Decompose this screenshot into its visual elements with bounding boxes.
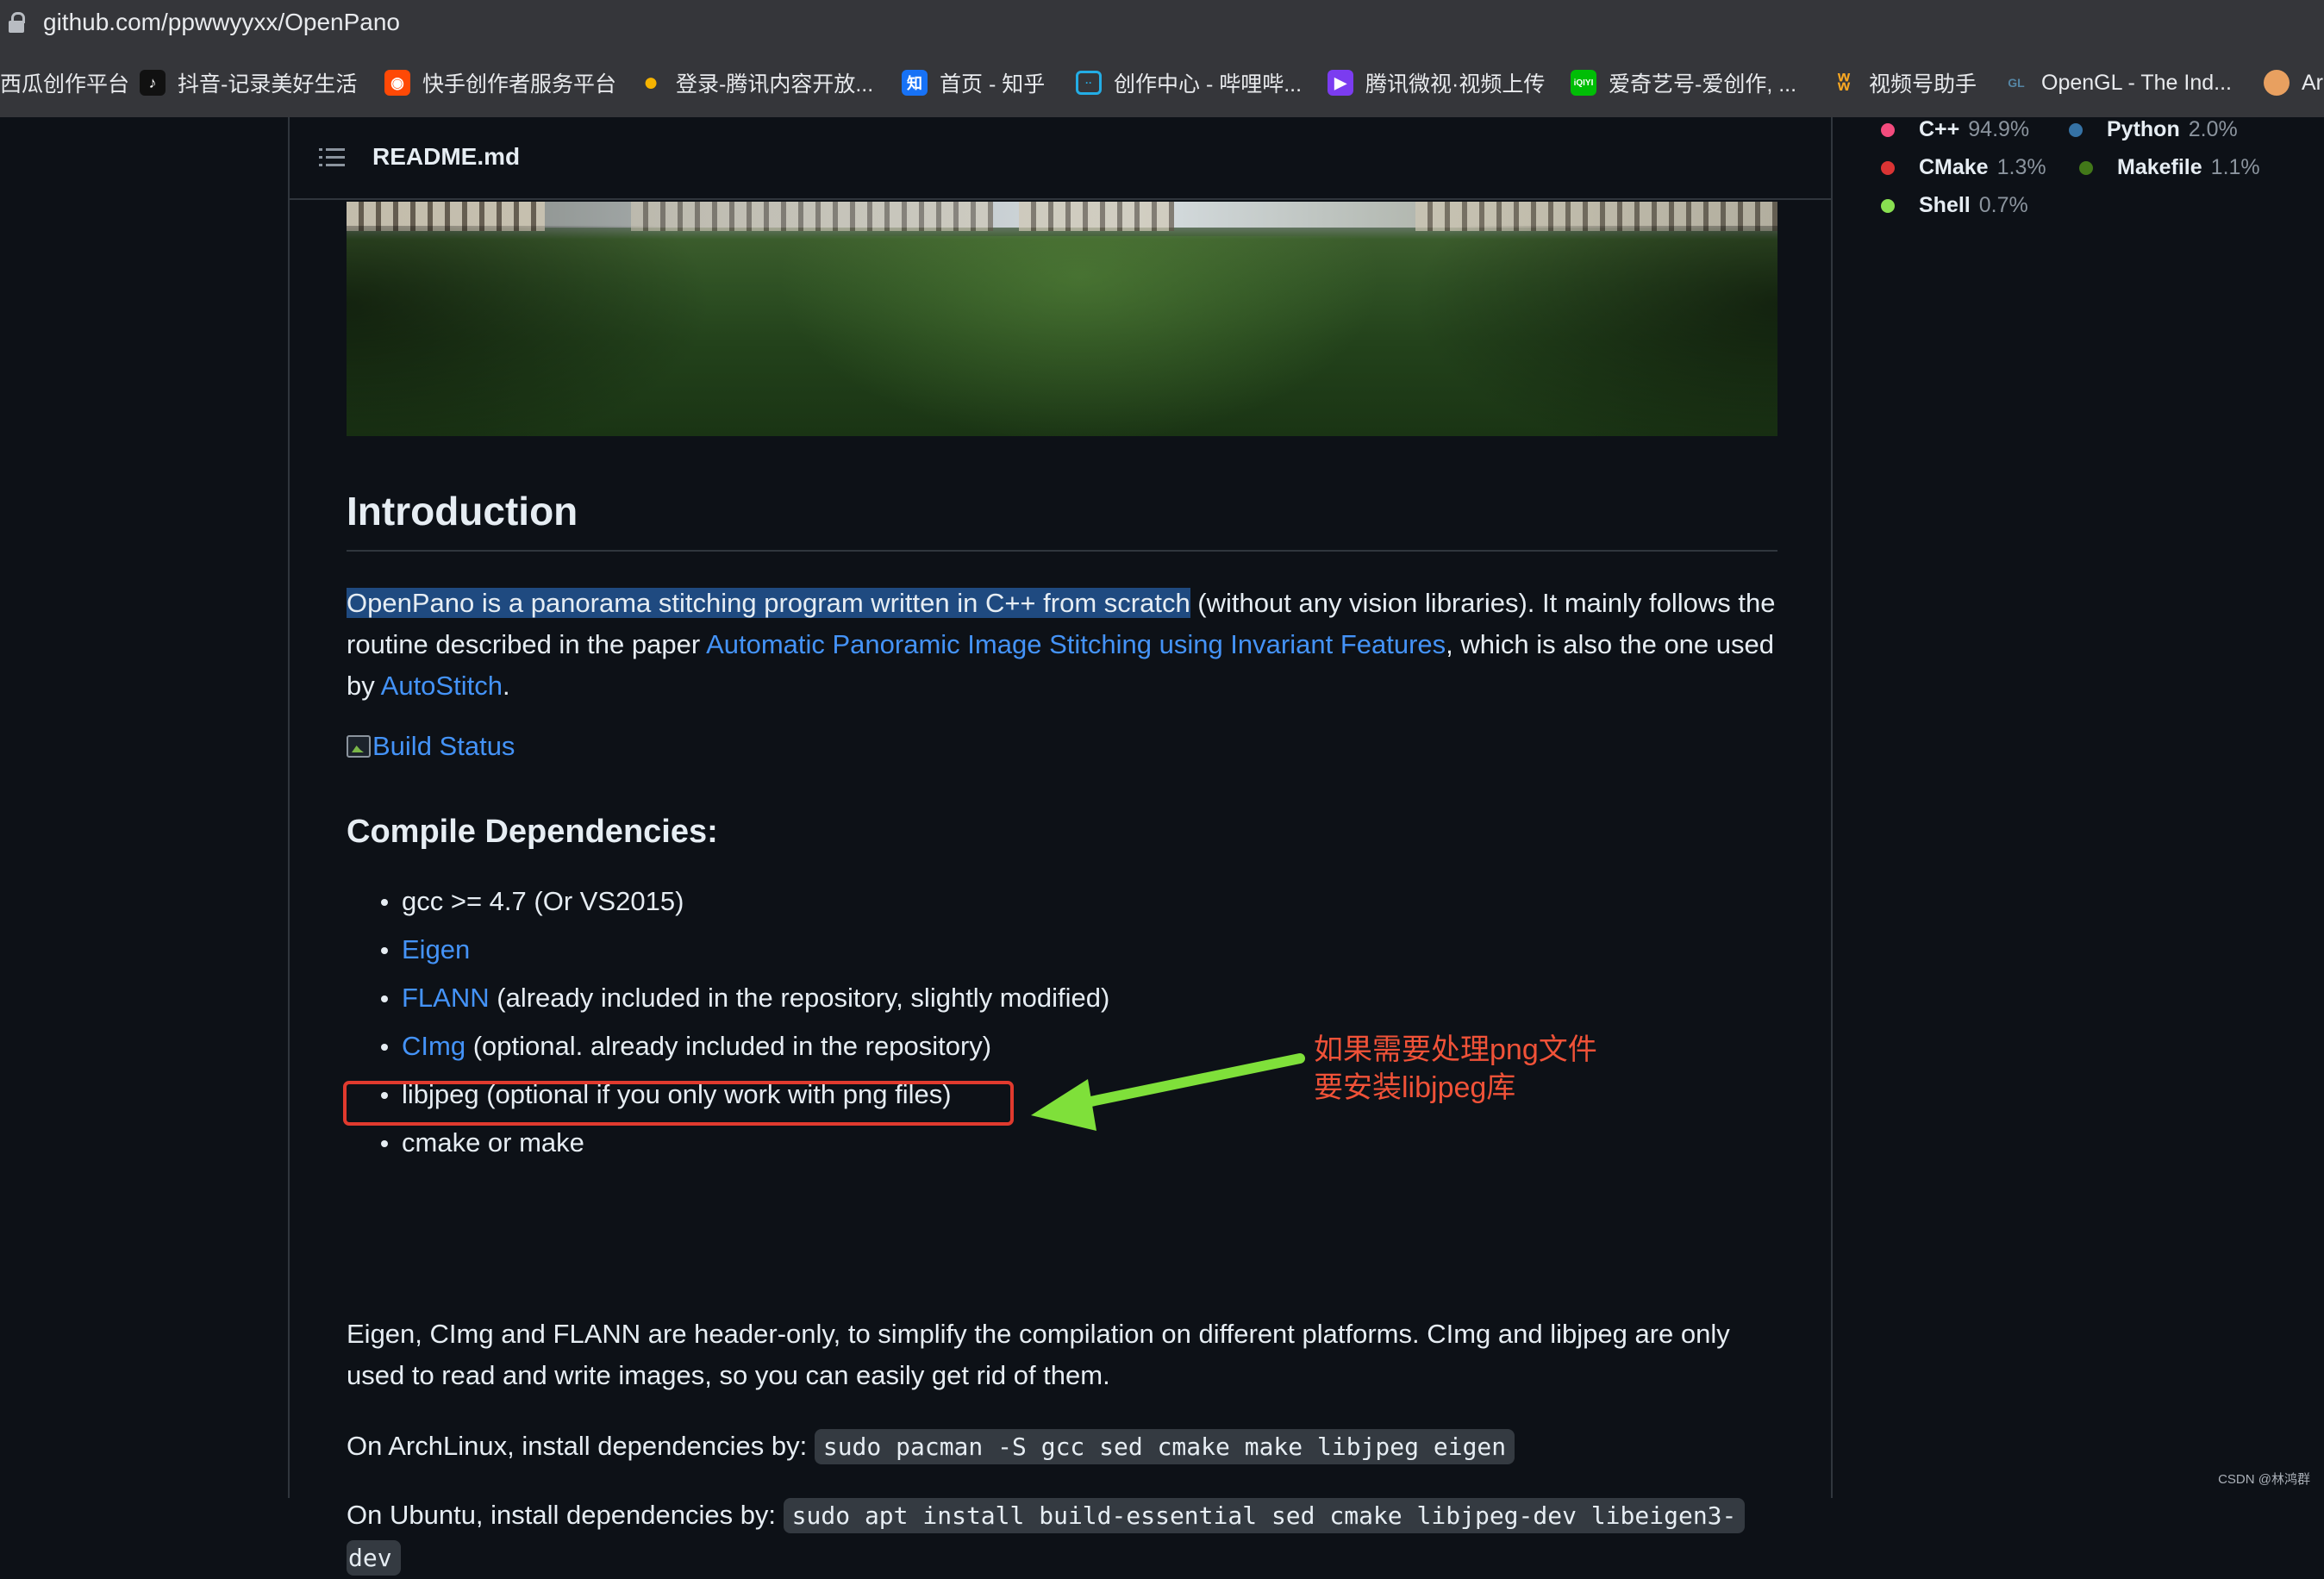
bookmark-label: 抖音-记录美好生活: [178, 72, 358, 97]
watermark: CSDN @林鸿群: [2218, 1472, 2310, 1487]
bookmark-label: 快手创作者服务平台: [422, 72, 617, 97]
bookmark-label: OpenGL - The Ind...: [2041, 70, 2232, 95]
opengl-icon: GL: [2008, 76, 2025, 90]
color-dot-icon: [1881, 122, 1895, 137]
ubuntu-command-cont: dev: [347, 1540, 401, 1576]
language-cpp[interactable]: C++ 94.9%: [1881, 117, 2029, 142]
language-percent: 1.3%: [1996, 155, 2046, 179]
bookmark-channels[interactable]: ʬ 视频号助手: [1831, 66, 1977, 100]
flann-link[interactable]: FLANN: [402, 983, 490, 1013]
green-arrow-icon: [1031, 1053, 1305, 1131]
bookmark-iqiyi[interactable]: iQIYI 爱奇艺号-爱创作, ...: [1571, 66, 1796, 100]
dep-gcc: gcc >= 4.7 (Or VS2015): [347, 877, 1109, 926]
dep-text: cmake or make: [402, 1127, 584, 1158]
list-icon[interactable]: [319, 148, 345, 167]
language-percent: 1.1%: [2210, 155, 2260, 179]
channels-icon: ʬ: [1837, 69, 1851, 96]
broken-image-icon: [347, 735, 371, 758]
tencent-bell-icon: ●: [642, 68, 659, 97]
ubuntu-label: On Ubuntu, install dependencies by:: [347, 1500, 784, 1530]
zhihu-icon: 知: [902, 70, 928, 96]
archlinux-paragraph: On ArchLinux, install dependencies by: s…: [347, 1426, 1795, 1468]
language-name: C++: [1919, 117, 1960, 141]
annotation-text: 如果需要处理png文件 要安装libjpeg库: [1314, 1031, 1597, 1107]
arch-command: sudo pacman -S gcc sed cmake make libjpe…: [814, 1429, 1515, 1464]
bookmark-label: 创作中心 - 哔哩哔...: [1114, 72, 1303, 97]
color-dot-icon: [2069, 122, 2083, 137]
readme-header: README.md: [290, 117, 1831, 200]
dep-eigen: Eigen: [347, 926, 1109, 974]
bookmarks-bar: 西瓜创作平台 ♪ 抖音-记录美好生活 ◉ 快手创作者服务平台 ● 登录-腾讯内容…: [0, 47, 2324, 117]
badge-alt-text: Build Status: [372, 731, 515, 761]
dep-text: (already included in the repository, sli…: [489, 983, 1110, 1013]
bookmark-weishi[interactable]: ▶ 腾讯微视·视频上传: [1328, 66, 1545, 100]
color-dot-icon: [1881, 198, 1895, 213]
language-percent: 0.7%: [1978, 193, 2028, 217]
languages-sidebar: C++ 94.9% Python 2.0% CMake 1.3% Makefile 1.…: [1833, 117, 2324, 1498]
intro-paragraph: OpenPano is a panorama stitching program…: [347, 583, 1795, 707]
dep-text: (optional. already included in the repos…: [465, 1031, 992, 1061]
bookmark-opengl[interactable]: GL OpenGL - The Ind...: [2003, 66, 2232, 100]
annotation-line-2: 要安装libjpeg库: [1314, 1071, 1516, 1104]
left-gutter: [0, 117, 288, 1498]
readme-panel: README.md Introduction OpenPano is a pan…: [288, 117, 1833, 1576]
cimg-link[interactable]: CImg: [402, 1031, 465, 1061]
dep-text: gcc >= 4.7 (Or VS2015): [402, 886, 684, 916]
dependencies-heading: Compile Dependencies:: [347, 814, 718, 850]
address-bar[interactable]: github.com/ppwwyyxx/OpenPano: [0, 0, 2324, 47]
dep-cmake: cmake or make: [347, 1119, 1109, 1167]
ubuntu-command: sudo apt install build-essential sed cma…: [783, 1498, 1746, 1533]
build-status-badge[interactable]: Build Status: [347, 731, 515, 762]
bookmark-kuaishou[interactable]: ◉ 快手创作者服务平台: [384, 66, 616, 100]
dep-cimg: CImg (optional. already included in the …: [347, 1022, 1109, 1070]
intro-text: .: [502, 671, 510, 701]
eigen-link[interactable]: Eigen: [402, 934, 470, 964]
bookmark-label: 爱奇艺号-爱创作, ...: [1609, 72, 1797, 97]
bookmark-label: 西瓜创作平台: [0, 72, 130, 97]
bookmark-xigua[interactable]: 西瓜创作平台: [0, 66, 129, 100]
arch-label: On ArchLinux, install dependencies by:: [347, 1431, 815, 1461]
language-cmake[interactable]: CMake 1.3%: [1881, 155, 2046, 180]
bookmark-tencent-open[interactable]: ● 登录-腾讯内容开放...: [638, 66, 873, 100]
language-shell[interactable]: Shell 0.7%: [1881, 193, 2028, 218]
bookmark-label: 首页 - 知乎: [940, 72, 1046, 97]
header-only-paragraph: Eigen, CImg and FLANN are header-only, t…: [347, 1319, 1730, 1390]
language-name: CMake: [1919, 155, 1989, 179]
color-dot-icon: [2079, 160, 2093, 175]
annotation-line-1: 如果需要处理png文件: [1314, 1033, 1597, 1066]
bookmark-label: 视频号助手: [1869, 72, 1977, 97]
bookmark-label: 登录-腾讯内容开放...: [676, 72, 874, 97]
language-makefile[interactable]: Makefile 1.1%: [2079, 155, 2260, 180]
weishi-icon: ▶: [1328, 70, 1353, 96]
bookmark-douyin[interactable]: ♪ 抖音-记录美好生活: [140, 66, 357, 100]
color-dot-icon: [1881, 160, 1895, 175]
lock-icon: [9, 12, 25, 33]
language-python[interactable]: Python 2.0%: [2069, 117, 2238, 142]
panorama-image: [347, 202, 1777, 436]
bookmark-bilibili[interactable]: ·· 创作中心 - 哔哩哔...: [1076, 66, 1302, 100]
paper-link[interactable]: Automatic Panoramic Image Stitching usin…: [706, 629, 1446, 659]
highlighted-text: OpenPano is a panorama stitching program…: [347, 588, 1190, 618]
language-percent: 94.9%: [1968, 117, 2030, 141]
language-percent: 2.0%: [2188, 117, 2238, 141]
language-name: Shell: [1919, 193, 1971, 217]
douyin-icon: ♪: [140, 70, 166, 96]
dep-flann: FLANN (already included in the repositor…: [347, 974, 1109, 1022]
autostitch-link[interactable]: AutoStitch: [381, 671, 503, 701]
language-name: Makefile: [2117, 155, 2202, 179]
bookmark-label: Ar: [2302, 70, 2323, 95]
language-name: Python: [2107, 117, 2180, 141]
bookmark-more[interactable]: Ar: [2264, 66, 2323, 100]
bookmark-icon: [2264, 70, 2290, 96]
url-text[interactable]: github.com/ppwwyyxx/OpenPano: [43, 9, 400, 36]
bookmark-zhihu[interactable]: 知 首页 - 知乎: [902, 66, 1045, 100]
introduction-heading: Introduction: [347, 488, 1777, 552]
readme-filename[interactable]: README.md: [372, 143, 520, 171]
ubuntu-paragraph: On Ubuntu, install dependencies by: sudo…: [347, 1495, 1795, 1579]
iqiyi-icon: iQIYI: [1571, 70, 1596, 96]
kuaishou-icon: ◉: [384, 70, 410, 96]
bilibili-icon: ··: [1076, 71, 1102, 95]
highlight-box: [343, 1081, 1014, 1126]
bookmark-label: 腾讯微视·视频上传: [1365, 72, 1546, 97]
